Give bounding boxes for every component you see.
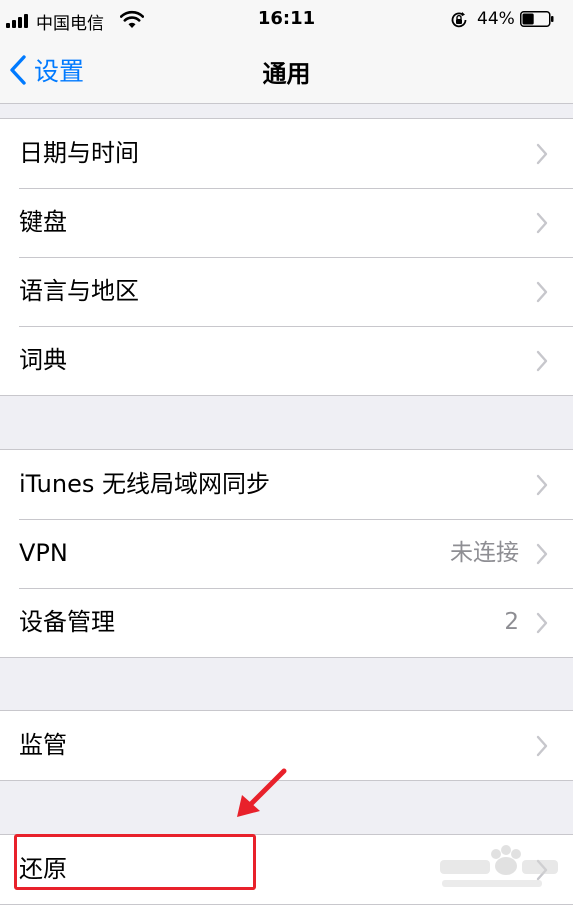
row-label: 监管: [19, 731, 67, 759]
page-title: 通用: [262, 60, 311, 88]
settings-group-sync: iTunes 无线局域网同步 VPN 未连接 设备管理 2: [0, 449, 573, 658]
device-count: 2: [504, 609, 519, 635]
battery-percent: 44%: [477, 9, 515, 29]
row-label: iTunes 无线局域网同步: [19, 470, 271, 498]
row-label: 键盘: [19, 208, 67, 236]
navigation-bar: 设置 通用: [0, 40, 573, 104]
row-label: VPN: [19, 539, 68, 567]
row-label: 语言与地区: [19, 277, 139, 305]
chevron-right-icon: [536, 474, 548, 496]
list-item-device-management[interactable]: 设备管理 2: [0, 588, 573, 657]
list-item-vpn[interactable]: VPN 未连接: [0, 519, 573, 588]
list-item-itunes-wifi-sync[interactable]: iTunes 无线局域网同步: [0, 450, 573, 519]
battery-icon: [520, 11, 554, 27]
row-label: 设备管理: [19, 608, 115, 636]
highlight-box: [14, 834, 256, 890]
list-item-keyboard[interactable]: 键盘: [0, 188, 573, 257]
chevron-right-icon: [536, 735, 548, 757]
list-item-dictionary[interactable]: 词典: [0, 326, 573, 395]
chevron-right-icon: [536, 281, 548, 303]
chevron-right-icon: [536, 212, 548, 234]
row-label: 词典: [19, 346, 67, 374]
chevron-right-icon: [536, 612, 548, 634]
chevron-right-icon: [536, 543, 548, 565]
status-bar: 中国电信 16:11 44%: [0, 0, 573, 40]
vpn-status: 未连接: [450, 540, 519, 566]
chevron-right-icon: [536, 350, 548, 372]
red-arrow-icon: [237, 768, 287, 817]
settings-group-general: 日期与时间 键盘 语言与地区 词典: [0, 118, 573, 396]
chevron-right-icon: [536, 143, 548, 165]
row-label: 日期与时间: [19, 139, 139, 167]
orientation-lock-icon: [451, 12, 467, 28]
list-item-date-time[interactable]: 日期与时间: [0, 119, 573, 188]
baidu-watermark-icon: [440, 845, 558, 887]
list-item-language-region[interactable]: 语言与地区: [0, 257, 573, 326]
